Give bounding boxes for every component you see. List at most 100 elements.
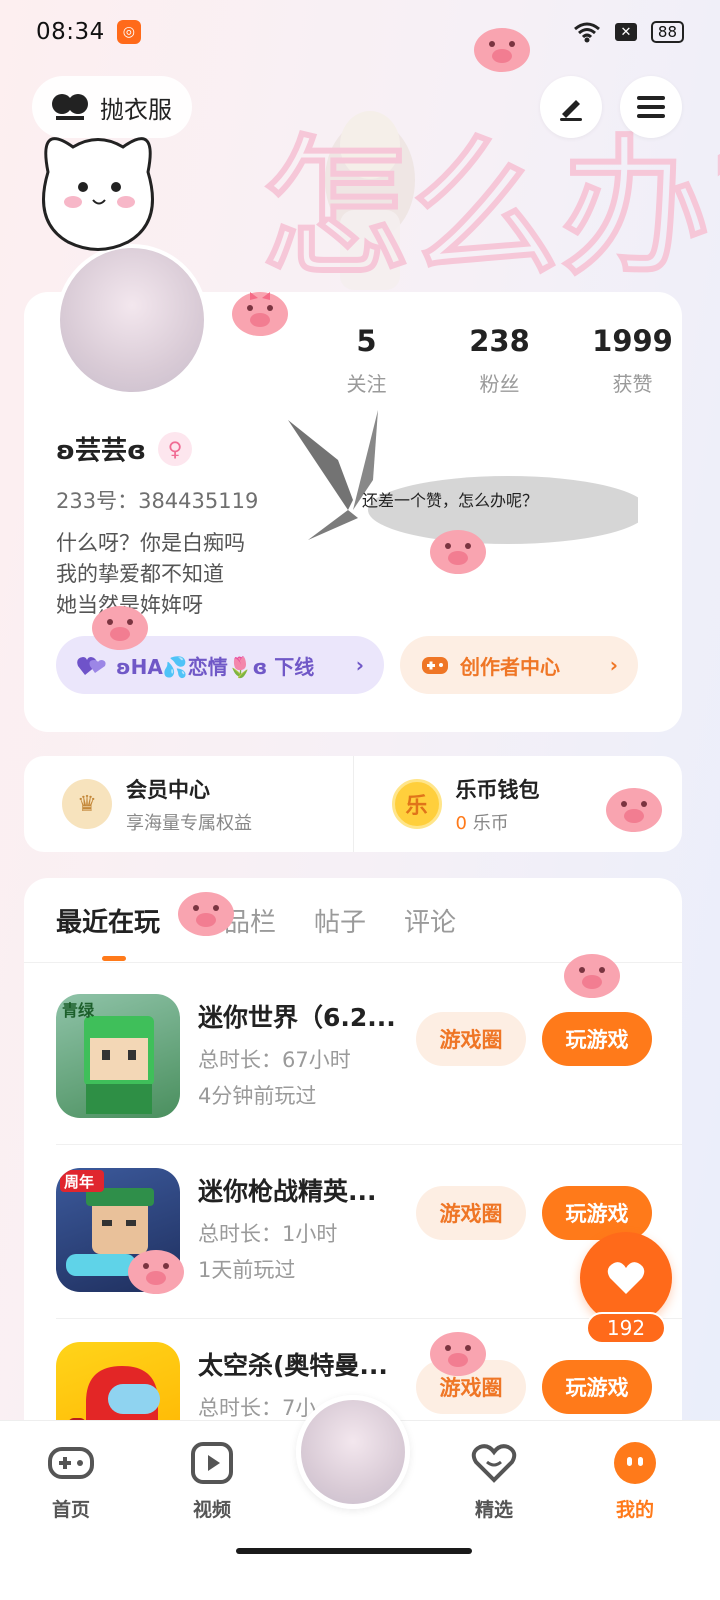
nav-featured[interactable]: 精选 <box>449 1439 539 1522</box>
play-game-button[interactable]: 玩游戏 <box>542 1186 652 1240</box>
stat-likes[interactable]: 1999 获赞 <box>566 324 699 397</box>
row-divider <box>56 1144 682 1145</box>
bio-line: 我的挚爱都不知道 <box>56 562 224 586</box>
nav-home[interactable]: 首页 <box>26 1439 116 1522</box>
member-subtitle: 享海量专属权益 <box>126 812 252 834</box>
wallet-count: 0 <box>455 812 467 834</box>
stat-label: 粉丝 <box>479 372 520 396</box>
nav-center-avatar[interactable] <box>296 1395 410 1509</box>
tabs-divider <box>24 962 682 963</box>
no-sim-icon: ✕ <box>614 23 637 41</box>
pen-icon <box>560 100 582 121</box>
nav-label: 我的 <box>615 1499 654 1521</box>
duo-avatar-icon <box>52 94 88 120</box>
wifi-icon <box>573 22 600 43</box>
game-title: 迷你枪战精英... <box>198 1177 377 1206</box>
stat-following[interactable]: 5 关注 <box>300 324 433 397</box>
tab-recent[interactable]: 最近在玩 <box>56 902 160 939</box>
profile-header: 抛衣服 <box>32 76 688 138</box>
game-title: 太空杀(奥特曼... <box>198 1351 388 1380</box>
bio-line: 她当然是姩姩呀 <box>56 593 203 617</box>
game-last-played: 1天前玩过 <box>198 1258 296 1282</box>
stat-followers[interactable]: 238 粉丝 <box>433 324 566 397</box>
game-circle-button[interactable]: 游戏圈 <box>416 1012 526 1066</box>
bottom-navigation: 首页 视频 精选 我的 <box>0 1395 720 1600</box>
butterfly-decoration: 还差一个赞，怎么办呢？ <box>288 410 638 544</box>
stat-label: 关注 <box>346 372 387 396</box>
heart-icon <box>607 1262 645 1294</box>
chevron-right-icon: › <box>609 653 618 677</box>
mini-world-game-icon: 青绿 <box>56 994 180 1118</box>
nav-video[interactable]: 视频 <box>167 1439 257 1522</box>
game-duration: 总时长：67小时 <box>198 1048 351 1072</box>
nav-label: 精选 <box>474 1499 513 1521</box>
tab-comments[interactable]: 评论 <box>404 902 456 939</box>
member-title: 会员中心 <box>126 777 210 802</box>
nav-mine[interactable]: 我的 <box>590 1439 680 1522</box>
pill-row: ʚHA💦恋情🌷ɞ 下线 › 创作者中心 › <box>56 636 638 694</box>
like-count: 192 <box>586 1312 666 1344</box>
user-id[interactable]: 233号：384435119 <box>56 485 258 515</box>
active-tab-indicator <box>102 956 126 961</box>
double-heart-icon <box>77 657 106 675</box>
play-game-button[interactable]: 玩游戏 <box>542 1012 652 1066</box>
status-icons: ✕ 88 <box>573 21 684 43</box>
stat-value: 5 <box>356 324 377 358</box>
wallet-unit: 乐币 <box>472 812 509 834</box>
member-center-entry[interactable]: ♛ 会员中心 享海量专属权益 <box>24 756 354 852</box>
mini-gunfight-game-icon: 周年 <box>56 1168 180 1292</box>
family-pill[interactable]: ʚHA💦恋情🌷ɞ 下线 › <box>56 636 384 694</box>
crown-icon: ♛ <box>62 779 112 829</box>
creator-center-pill[interactable]: 创作者中心 › <box>400 636 638 694</box>
game-circle-button[interactable]: 游戏圈 <box>416 1360 526 1414</box>
profile-face-icon <box>611 1439 659 1487</box>
gamepad-icon <box>47 1439 95 1487</box>
female-gender-icon: ♀ <box>158 431 193 466</box>
banner-overlay-text: 怎么办? <box>260 122 720 296</box>
stat-label: 获赞 <box>612 372 653 396</box>
tab-posts[interactable]: 帖子 <box>314 902 366 939</box>
profile-avatar[interactable] <box>56 244 208 396</box>
gamepad-plus-icon <box>422 657 448 674</box>
battery-indicator: 88 <box>650 21 684 43</box>
game-circle-button[interactable]: 游戏圈 <box>416 1186 526 1240</box>
creator-center-label: 创作者中心 <box>460 654 560 679</box>
wallet-balance: 0 乐币 <box>456 809 540 835</box>
game-duration: 总时长：1小时 <box>198 1222 338 1246</box>
status-time: 08:34 <box>36 19 105 45</box>
user-name: ʚ芸芸ɞ <box>56 436 147 466</box>
family-pill-label: ʚHA💦恋情🌷ɞ 下线 <box>116 654 315 679</box>
hamburger-icon <box>637 96 665 118</box>
game-title: 迷你世界（6.2... <box>198 1003 396 1032</box>
nickname-pill[interactable]: 抛衣服 <box>32 76 192 138</box>
stat-value: 1999 <box>592 324 673 358</box>
bio-line: 什么呀？你是白痴吗 <box>56 531 245 555</box>
wallet-title: 乐币钱包 <box>455 777 540 802</box>
chevron-right-icon: › <box>355 653 364 677</box>
game-duration: 总时长：7小 <box>198 1396 317 1420</box>
status-bar: 08:34 ◎ ✕ 88 <box>0 0 720 64</box>
game-row[interactable]: 青绿 迷你世界（6.2... 总时长：67小时 4分钟前玩过 游戏圈 玩游戏 <box>56 994 682 1168</box>
video-play-icon <box>188 1439 236 1487</box>
edit-profile-button[interactable] <box>540 76 602 138</box>
bio: 什么呀？你是白痴吗 我的挚爱都不知道 她当然是姩姩呀 <box>56 528 245 621</box>
app-notification-icon: ◎ <box>116 20 141 44</box>
butterfly-caption: 还差一个赞，怎么办呢？ <box>362 491 538 510</box>
coin-icon: 乐 <box>391 779 442 829</box>
tab-works[interactable]: 作品栏 <box>198 902 276 939</box>
play-game-button[interactable]: 玩游戏 <box>542 1360 652 1414</box>
icon-badge: 青绿 <box>62 1001 95 1020</box>
nav-label: 首页 <box>51 1499 90 1521</box>
like-floating-button[interactable] <box>580 1232 672 1324</box>
wallet-entry[interactable]: 乐 乐币钱包 0 乐币 <box>354 756 683 852</box>
menu-button[interactable] <box>620 76 682 138</box>
content-tabs: 最近在玩 作品栏 帖子 评论 <box>56 902 456 939</box>
game-last-played: 4分钟前玩过 <box>198 1084 317 1108</box>
stat-value: 238 <box>469 324 530 358</box>
stats-row: 5 关注 238 粉丝 1999 获赞 <box>300 324 699 397</box>
name-row: ʚ芸芸ɞ ♀ <box>56 430 193 467</box>
home-indicator <box>236 1548 472 1554</box>
icon-badge: 周年 <box>64 1173 94 1191</box>
membership-card: ♛ 会员中心 享海量专属权益 乐 乐币钱包 0 乐币 <box>24 756 682 852</box>
nav-label: 视频 <box>192 1499 231 1521</box>
